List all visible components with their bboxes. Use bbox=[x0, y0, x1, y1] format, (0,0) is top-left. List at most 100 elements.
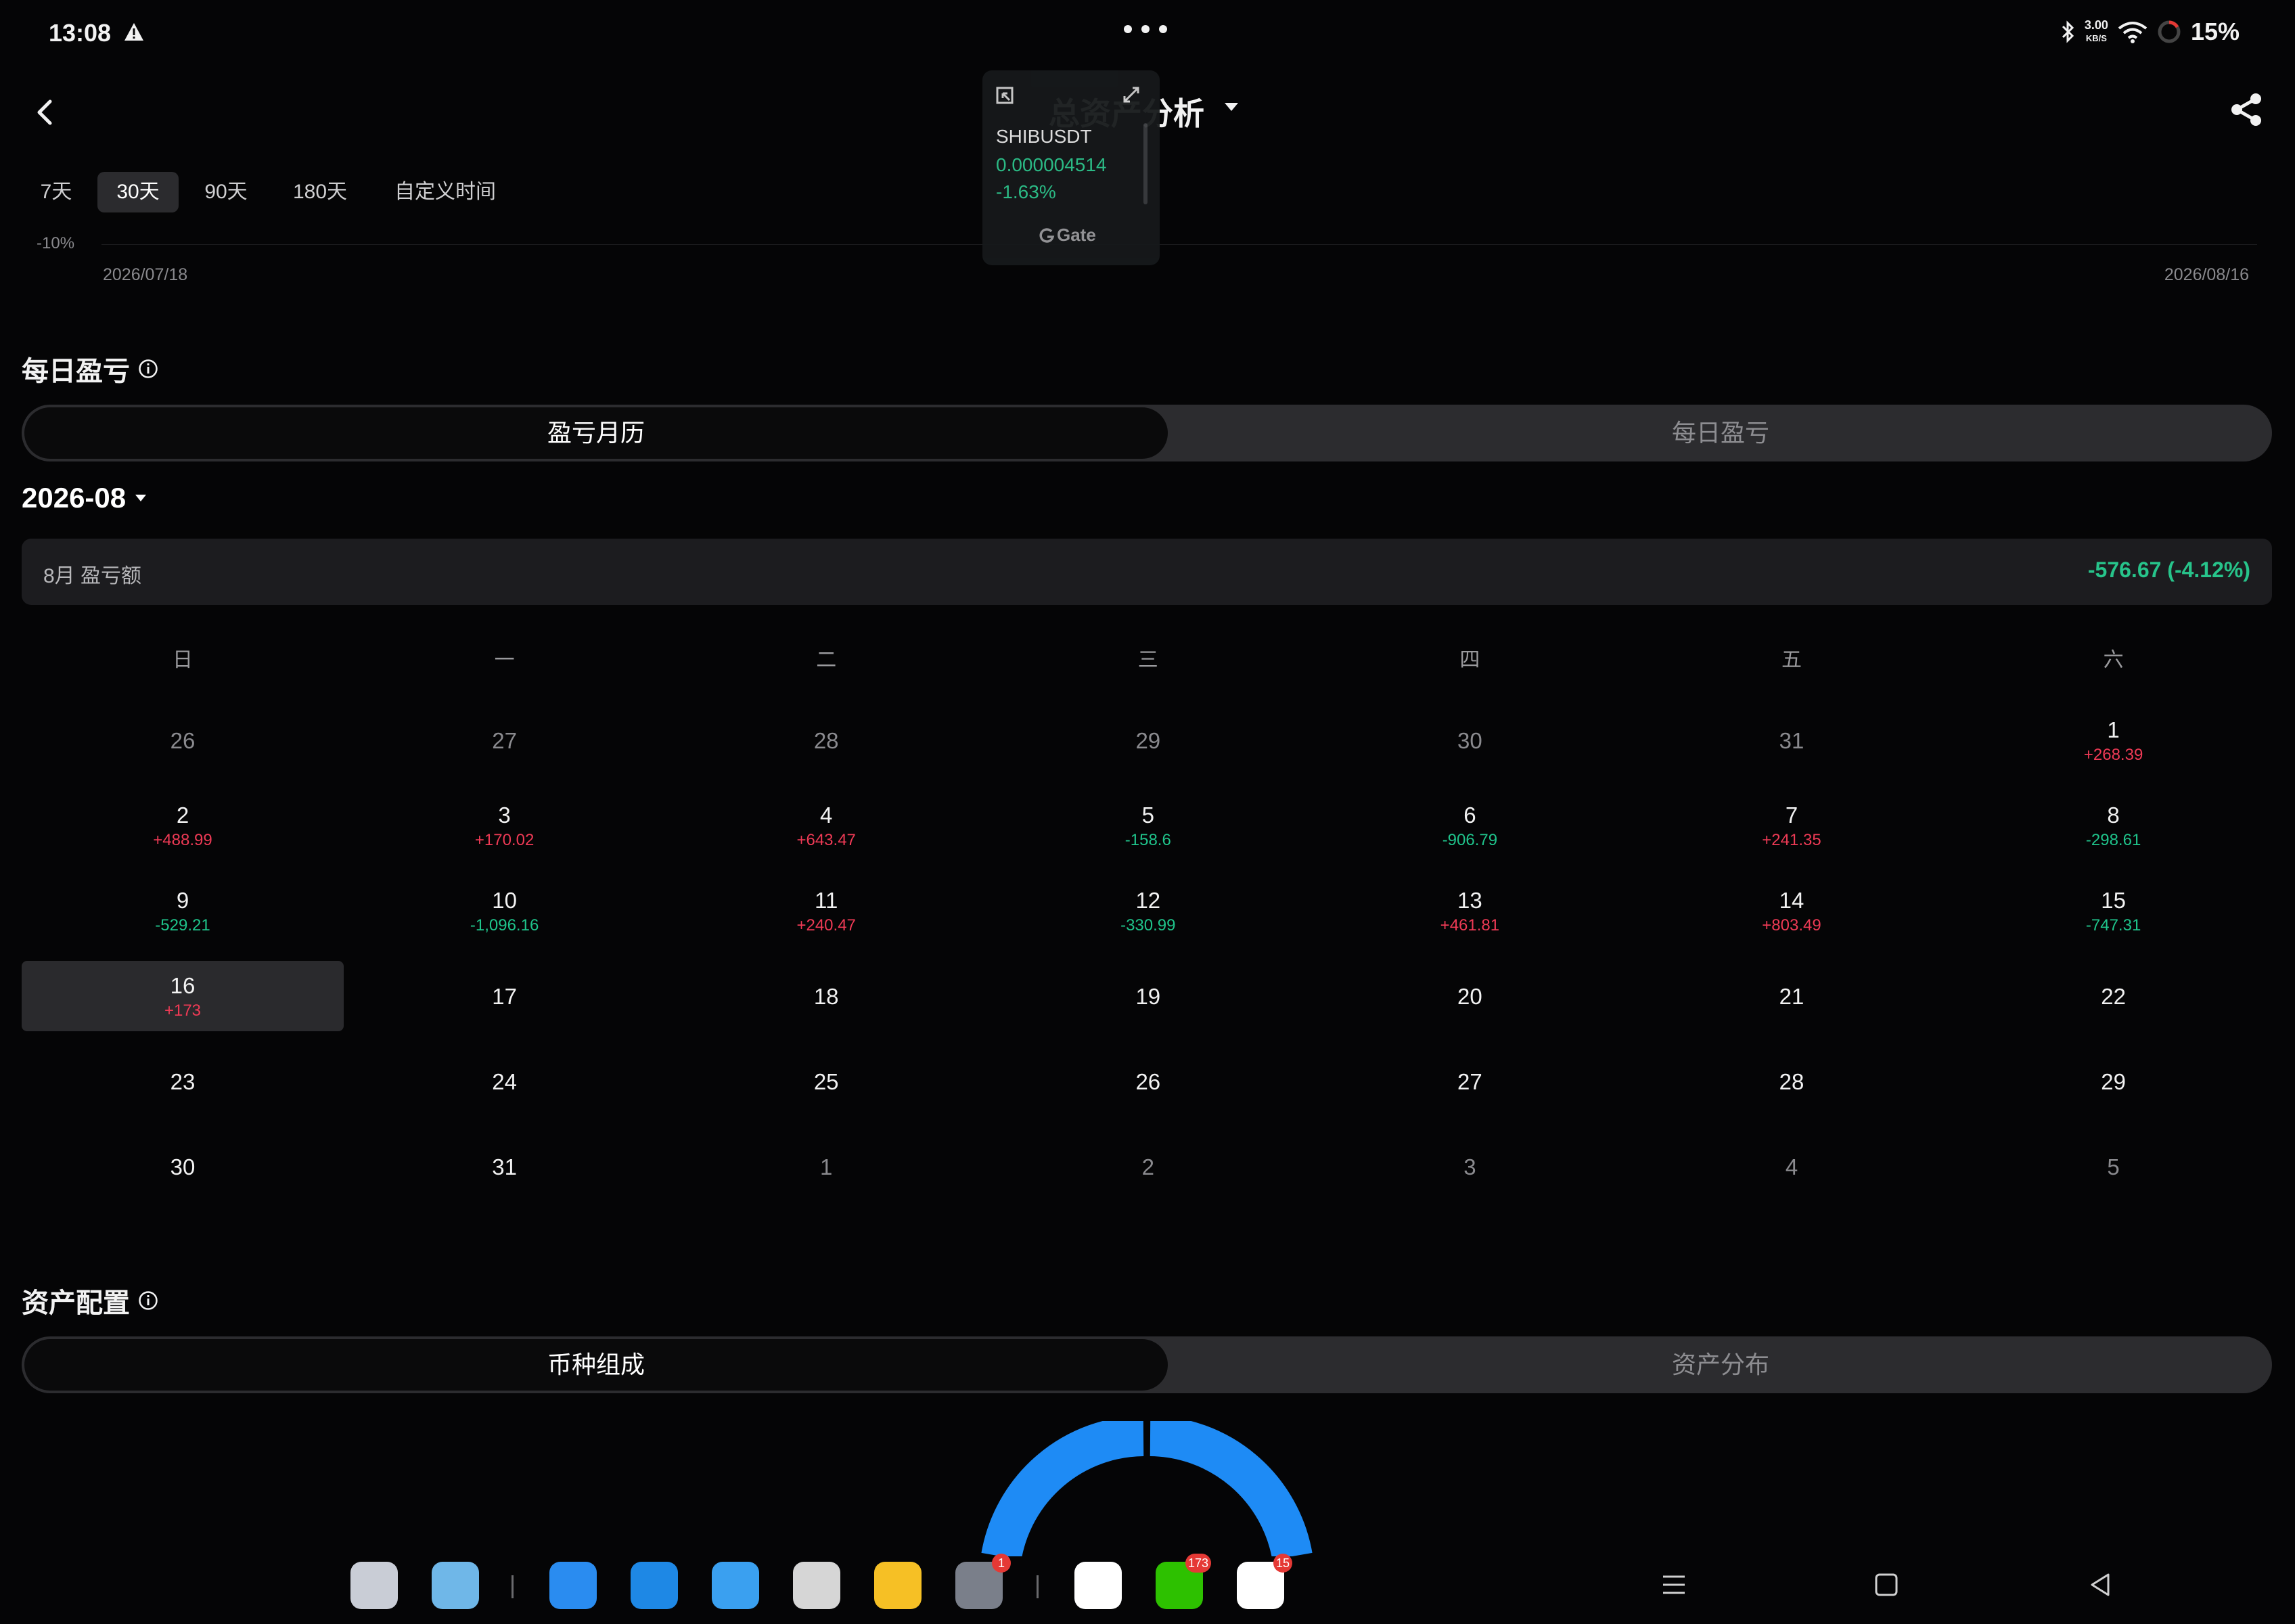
calendar-day[interactable]: 18 bbox=[665, 961, 987, 1031]
day-number: 3 bbox=[498, 803, 511, 828]
period-tab-180d[interactable]: 180天 bbox=[283, 172, 357, 212]
info-icon[interactable] bbox=[138, 1290, 158, 1311]
day-number: 16 bbox=[170, 973, 196, 998]
period-tab-7d[interactable]: 7天 bbox=[31, 172, 81, 212]
info-icon[interactable] bbox=[138, 359, 158, 379]
calendar-day[interactable]: 23 bbox=[22, 1046, 344, 1116]
calendar-day[interactable]: 21 bbox=[1631, 961, 1953, 1031]
calendar-day[interactable]: 7 +241.35 bbox=[1631, 790, 1953, 861]
day-pnl-value: +240.47 bbox=[796, 916, 856, 934]
weekday-label: 一 bbox=[494, 649, 515, 671]
wechat-icon[interactable]: 173 bbox=[1156, 1554, 1211, 1609]
calendar-day[interactable]: 30 bbox=[1309, 705, 1631, 775]
chart-end-date: 2026/08/16 bbox=[2164, 265, 2249, 284]
expand-icon[interactable] bbox=[1122, 85, 1141, 104]
day-pnl-value: +803.49 bbox=[1762, 916, 1821, 934]
back-icon[interactable] bbox=[31, 96, 58, 129]
calendar-day[interactable]: 28 bbox=[1631, 1046, 1953, 1116]
back-nav-icon[interactable] bbox=[2088, 1571, 2112, 1598]
calendar-day[interactable]: 28 bbox=[665, 705, 987, 775]
day-number: 8 bbox=[2107, 803, 2120, 828]
price-float-widget[interactable]: SHIBUSDT 0.000004514 -1.63% Gate bbox=[982, 70, 1160, 265]
calendar-day[interactable]: 2 +488.99 bbox=[22, 790, 344, 861]
camera-icon[interactable] bbox=[793, 1562, 840, 1609]
calendar-day[interactable]: 20 bbox=[1309, 961, 1631, 1031]
calendar-day[interactable]: 4 bbox=[1631, 1131, 1953, 1202]
day-number: 1 bbox=[2107, 717, 2120, 742]
day-pnl-value: -298.61 bbox=[2085, 831, 2141, 849]
notes-icon[interactable] bbox=[874, 1562, 922, 1609]
menu-nav-icon[interactable] bbox=[1662, 1571, 1686, 1598]
settings-icon[interactable]: 1 bbox=[955, 1554, 1011, 1609]
tab-asset-distribution[interactable]: 资产分布 bbox=[1169, 1336, 2272, 1393]
calendar-day[interactable]: 26 bbox=[987, 1046, 1309, 1116]
status-indicators: 3.00 KB/S 15% bbox=[2060, 18, 2240, 46]
caret-down-icon bbox=[135, 495, 147, 501]
browser-icon[interactable] bbox=[549, 1562, 597, 1609]
notification-badge: 173 bbox=[1185, 1554, 1211, 1573]
calendar-day[interactable]: 10 -1,096.16 bbox=[344, 876, 666, 946]
day-number: 20 bbox=[1457, 984, 1482, 1009]
month-summary-label: 8月 盈亏额 bbox=[43, 565, 142, 587]
files-folder-icon[interactable] bbox=[432, 1562, 479, 1609]
chevron-down-icon[interactable] bbox=[1223, 102, 1240, 112]
tab-pnl-calendar[interactable]: 盈亏月历 bbox=[24, 407, 1168, 459]
minimize-icon[interactable] bbox=[996, 87, 1014, 104]
calendar-day[interactable]: 2 bbox=[987, 1131, 1309, 1202]
period-tab-30d[interactable]: 30天 bbox=[97, 172, 179, 212]
calendar-day[interactable]: 27 bbox=[344, 705, 666, 775]
period-tab-custom[interactable]: 自定义时间 bbox=[386, 172, 505, 212]
app-drawer-icon[interactable] bbox=[350, 1562, 398, 1609]
calendar-day[interactable]: 14 +803.49 bbox=[1631, 876, 1953, 946]
file-manager-icon[interactable] bbox=[631, 1562, 678, 1609]
day-number: 28 bbox=[813, 728, 839, 753]
day-pnl-value: +488.99 bbox=[153, 831, 212, 849]
notification-badge: 15 bbox=[1273, 1554, 1292, 1573]
home-nav-icon[interactable] bbox=[1874, 1571, 1899, 1598]
calendar-day[interactable]: 31 bbox=[344, 1131, 666, 1202]
calendar-day[interactable]: 6 -906.79 bbox=[1309, 790, 1631, 861]
calendar-day[interactable]: 24 bbox=[344, 1046, 666, 1116]
month-selector[interactable]: 2026-08 bbox=[22, 482, 147, 514]
calendar-day[interactable]: 30 bbox=[22, 1131, 344, 1202]
calendar-day[interactable]: 31 bbox=[1631, 705, 1953, 775]
calendar-day[interactable]: 3 +170.02 bbox=[344, 790, 666, 861]
daily-pnl-title: 每日盈亏 bbox=[22, 349, 158, 388]
gate-app-icon[interactable] bbox=[1074, 1562, 1122, 1609]
widget-scrollbar[interactable] bbox=[1143, 123, 1148, 204]
calendar-day[interactable]: 5 bbox=[1953, 1131, 2275, 1202]
calendar-day-selected[interactable]: 16 +173 bbox=[22, 961, 344, 1031]
day-number: 28 bbox=[1779, 1069, 1804, 1094]
calendar-day[interactable]: 8 -298.61 bbox=[1953, 790, 2275, 861]
calendar-day[interactable]: 22 bbox=[1953, 961, 2275, 1031]
weekday-label: 三 bbox=[1137, 649, 1158, 671]
share-icon[interactable] bbox=[2229, 92, 2264, 127]
calendar-day[interactable]: 11 +240.47 bbox=[665, 876, 987, 946]
day-number: 29 bbox=[1135, 728, 1161, 753]
calendar-day[interactable]: 13 +461.81 bbox=[1309, 876, 1631, 946]
tab-coin-composition[interactable]: 币种组成 bbox=[24, 1339, 1168, 1391]
calendar-day[interactable]: 1 bbox=[665, 1131, 987, 1202]
calendar-day[interactable]: 15 -747.31 bbox=[1953, 876, 2275, 946]
calendar-day[interactable]: 12 -330.99 bbox=[987, 876, 1309, 946]
calendar-day[interactable]: 3 bbox=[1309, 1131, 1631, 1202]
calendar-day[interactable]: 5 -158.6 bbox=[987, 790, 1309, 861]
calendar-day[interactable]: 27 bbox=[1309, 1046, 1631, 1116]
calendar-day[interactable]: 9 -529.21 bbox=[22, 876, 344, 946]
day-number: 9 bbox=[176, 888, 189, 913]
gallery-icon[interactable] bbox=[712, 1562, 759, 1609]
day-pnl-value: +268.39 bbox=[2083, 746, 2143, 764]
calendar-day[interactable]: 4 +643.47 bbox=[665, 790, 987, 861]
tab-daily-pnl[interactable]: 每日盈亏 bbox=[1169, 405, 2272, 461]
calendar-day[interactable]: 19 bbox=[987, 961, 1309, 1031]
calendar-day[interactable]: 17 bbox=[344, 961, 666, 1031]
calendar-day[interactable]: 25 bbox=[665, 1046, 987, 1116]
more-dots-icon[interactable] bbox=[1123, 24, 1168, 34]
qq-icon[interactable]: 15 bbox=[1237, 1554, 1292, 1609]
allocation-donut-chart[interactable] bbox=[981, 1421, 1313, 1556]
calendar-day[interactable]: 29 bbox=[987, 705, 1309, 775]
calendar-day[interactable]: 29 bbox=[1953, 1046, 2275, 1116]
calendar-day[interactable]: 26 bbox=[22, 705, 344, 775]
period-tab-90d[interactable]: 90天 bbox=[194, 172, 258, 212]
calendar-day[interactable]: 1 +268.39 bbox=[1953, 705, 2275, 775]
